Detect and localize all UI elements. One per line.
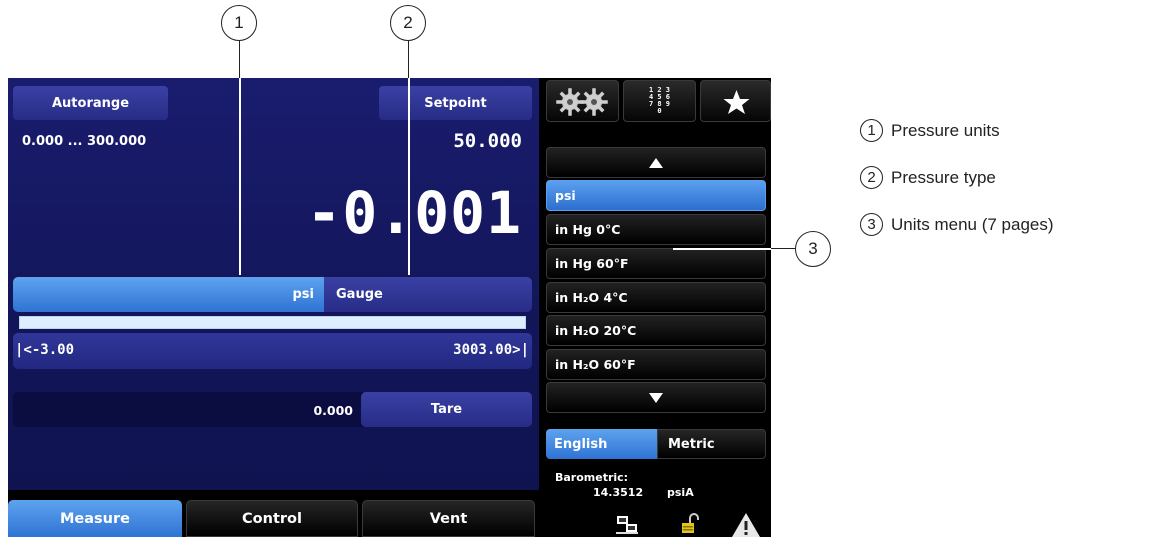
legend-item-2: 2 Pressure type bbox=[860, 166, 996, 189]
keypad-row-4: 0 bbox=[657, 107, 662, 115]
favorites-button[interactable] bbox=[700, 80, 771, 122]
warning-icon bbox=[732, 513, 760, 537]
tab-vent[interactable]: Vent bbox=[362, 500, 535, 537]
units-page-down-button[interactable] bbox=[546, 382, 766, 413]
gears-icon bbox=[556, 88, 608, 116]
autorange-button[interactable]: Autorange bbox=[13, 86, 168, 120]
legend-number: 2 bbox=[860, 166, 883, 189]
setpoint-button[interactable]: Setpoint bbox=[379, 86, 532, 120]
network-icon bbox=[616, 516, 638, 534]
unit-item-inh2o-20c[interactable]: in H₂O 20°C bbox=[546, 315, 766, 346]
unlock-icon bbox=[682, 513, 699, 533]
pressure-reading: -0.001 bbox=[306, 179, 522, 247]
callout-1: 1 bbox=[221, 5, 257, 41]
barometric-unit: psiA bbox=[667, 486, 694, 499]
range-max: 3003.00>| bbox=[453, 342, 529, 358]
keypad-icon: 1 2 3 4 5 6 7 8 9 0 bbox=[649, 87, 670, 115]
triangle-up-icon bbox=[649, 157, 663, 168]
barometric-label: Barometric: bbox=[555, 471, 629, 484]
range-text: 0.000 ... 300.000 bbox=[22, 134, 147, 149]
legend-number: 1 bbox=[860, 119, 883, 142]
callout-2-leader-top bbox=[408, 40, 410, 78]
keypad-button[interactable]: 1 2 3 4 5 6 7 8 9 0 bbox=[623, 80, 696, 122]
legend-number: 3 bbox=[860, 213, 883, 236]
callout-3-leader-mid bbox=[743, 248, 771, 250]
tab-measure[interactable]: Measure bbox=[8, 500, 182, 537]
legend-item-3: 3 Units menu (7 pages) bbox=[860, 213, 1054, 236]
pressure-unit-button[interactable]: psi bbox=[13, 277, 324, 312]
callout-2: 2 bbox=[390, 5, 426, 41]
unit-item-inhg-60f[interactable]: in Hg 60°F bbox=[546, 248, 766, 279]
unit-item-inh2o-4c[interactable]: in H₂O 4°C bbox=[546, 282, 766, 313]
range-bar bbox=[19, 316, 526, 329]
tare-display bbox=[13, 392, 363, 427]
pressure-type-button[interactable]: Gauge bbox=[324, 277, 532, 312]
unit-item-psi[interactable]: psi bbox=[546, 180, 766, 211]
tab-control[interactable]: Control bbox=[186, 500, 358, 537]
tare-value: 0.000 bbox=[313, 403, 353, 418]
metric-units-button[interactable]: Metric bbox=[657, 429, 766, 459]
units-page-up-button[interactable] bbox=[546, 147, 766, 178]
legend-text: Pressure units bbox=[891, 120, 1000, 140]
callout-3-leader bbox=[771, 248, 796, 250]
unit-item-inh2o-60f[interactable]: in H₂O 60°F bbox=[546, 349, 766, 380]
english-units-button[interactable]: English bbox=[546, 429, 657, 459]
range-min: |<-3.00 bbox=[15, 342, 75, 358]
legend-text: Pressure type bbox=[891, 167, 996, 187]
barometric-value: 14.3512 bbox=[593, 486, 644, 499]
callout-3-leader-inner bbox=[673, 248, 743, 250]
callout-3: 3 bbox=[795, 231, 831, 267]
tare-button[interactable]: Tare bbox=[361, 392, 532, 427]
settings-button[interactable] bbox=[546, 80, 619, 122]
unit-item-inhg-0c[interactable]: in Hg 0°C bbox=[546, 214, 766, 245]
callout-1-leader-top bbox=[239, 40, 241, 78]
setpoint-value[interactable]: 50.000 bbox=[453, 130, 522, 152]
star-icon bbox=[723, 90, 750, 114]
triangle-down-icon bbox=[649, 392, 663, 403]
legend-text: Units menu (7 pages) bbox=[891, 214, 1054, 234]
legend-item-1: 1 Pressure units bbox=[860, 119, 1000, 142]
